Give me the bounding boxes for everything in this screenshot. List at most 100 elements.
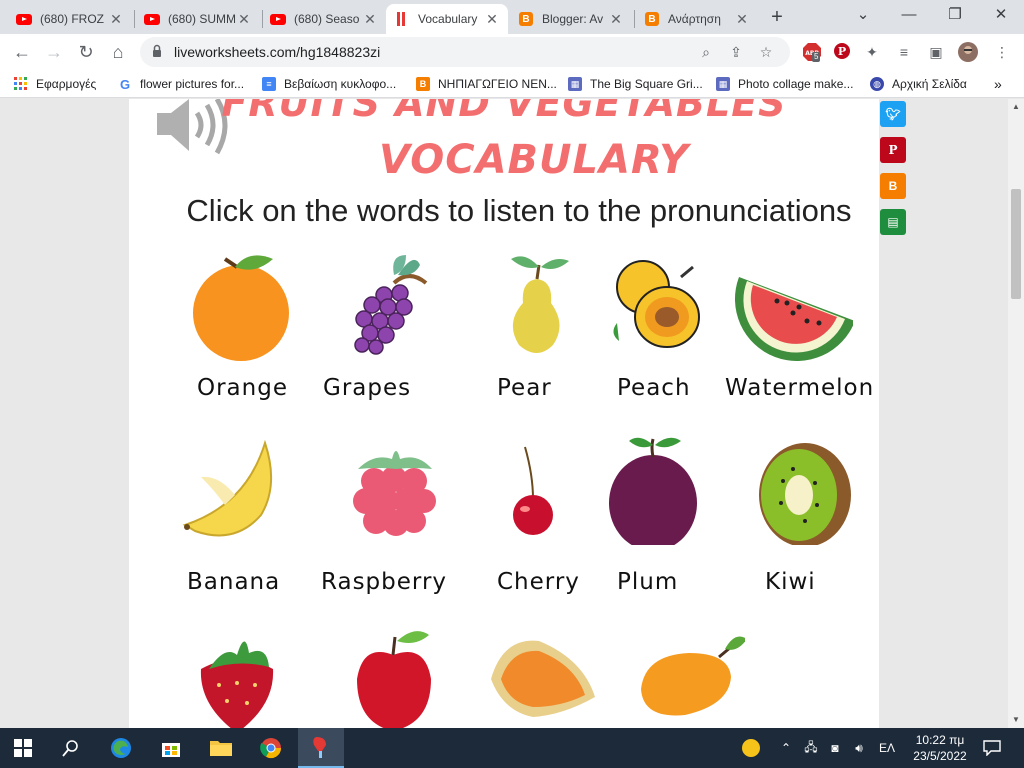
bookmark-apps[interactable]: Εφαρμογές [14,75,96,93]
tab-title: (680) FROZ [40,12,105,26]
tab-search-button[interactable]: ⌄ [840,0,886,30]
tab-vocabulary[interactable]: Vocabulary ✕ [386,4,508,34]
banana-image [175,435,295,545]
instruction-text: Click on the words to listen to the pron… [186,193,852,228]
bookmark-home-page[interactable]: ◍ Αρχική Σελίδα [870,75,967,93]
bookmark-kindergarten[interactable]: B ΝΗΠΙΑΓΩΓΕΙΟ ΝΕΝ... [416,75,557,93]
back-button[interactable]: ← [8,38,36,66]
network-icon[interactable]: 🖧︎ [800,728,822,768]
bookmark-star-icon[interactable]: ☆ [756,42,776,62]
word-orange[interactable]: Orange [197,375,288,401]
tab-title: Vocabulary [418,12,478,26]
share-icon[interactable]: ⇪ [726,42,746,62]
tab-seasons[interactable]: (680) Seaso ✕ [262,4,386,34]
classroom-share-button[interactable]: ▤ [880,209,906,235]
plum-image [595,435,715,551]
lock-icon [153,44,161,57]
close-window-button[interactable]: ✕ [978,0,1024,30]
volume-icon[interactable]: 🔊︎ [848,728,870,768]
pinterest-extension-icon[interactable]: P [832,42,852,62]
scroll-thumb[interactable] [1011,189,1021,299]
bookmark-label: Εφαρμογές [36,77,97,91]
pinterest-share-button[interactable]: P [880,137,906,163]
bookmark-label: Photo collage make... [738,77,854,91]
mango-image [625,619,747,728]
bookmarks-overflow-button[interactable]: » [994,75,1002,93]
browser-toolbar: ← → ↻ ⌂ liveworksheets.com/hg1848823zi ⌕… [0,34,1024,70]
chrome-taskbar-button[interactable] [248,728,294,768]
word-peach[interactable]: Peach [617,375,691,401]
tab-summer[interactable]: (680) SUMM ✕ [136,4,260,34]
tab-frozen[interactable]: (680) FROZ ✕ [8,4,132,34]
word-pear[interactable]: Pear [497,375,552,401]
camera-icon[interactable]: ◙ [824,728,846,768]
word-cherry[interactable]: Cherry [497,569,580,595]
twitter-share-button[interactable]: 🐦︎ [880,101,906,127]
bookmark-label: Βεβαίωση κυκλοφο... [284,77,397,91]
scroll-up-arrow[interactable]: ▲ [1008,99,1024,115]
profile-avatar[interactable] [958,42,978,62]
edge-taskbar-button[interactable] [98,728,144,768]
show-hidden-icons-icon[interactable]: ⌃ [776,728,796,768]
address-bar[interactable]: liveworksheets.com/hg1848823zi ⌕ ⇪ ☆ [140,37,790,67]
word-kiwi[interactable]: Kiwi [765,569,816,595]
peach-image [597,251,717,361]
globe-icon: ◍ [870,77,884,91]
start-button[interactable] [0,728,46,768]
tab-title: (680) Seaso [294,12,360,26]
home-button[interactable]: ⌂ [104,38,132,66]
search-button[interactable] [48,728,94,768]
restore-button[interactable]: ❐ [932,0,978,30]
blogger-icon: B [644,12,660,26]
blogger-share-button[interactable]: B [880,173,906,199]
youtube-icon [16,13,32,25]
word-watermelon[interactable]: Watermelon [725,375,874,401]
close-icon[interactable]: ✕ [484,11,500,28]
forward-button[interactable]: → [40,38,68,66]
close-icon[interactable]: ✕ [734,11,750,28]
clock-date: 23/5/2022 [913,749,967,763]
windows-logo-icon [14,739,32,757]
edge-icon [111,738,131,758]
tab-post[interactable]: B Ανάρτηση ✕ [636,4,758,34]
language-indicator[interactable]: ΕΛ [872,728,902,768]
bookmark-big-square-grid[interactable]: ▦ The Big Square Gri... [568,75,703,93]
close-icon[interactable]: ✕ [362,11,378,28]
page-scrollbar[interactable]: ▲ ▼ [1008,99,1024,728]
weather-icon[interactable] [736,728,766,768]
word-banana[interactable]: Banana [187,569,280,595]
tab-blogger[interactable]: B Blogger: Av ✕ [510,4,632,34]
pinterest-icon: P [888,143,898,157]
file-explorer-taskbar-button[interactable] [198,728,244,768]
word-raspberry[interactable]: Raspberry [321,569,447,595]
scroll-down-arrow[interactable]: ▼ [1008,712,1024,728]
zoom-icon[interactable]: ⌕ [696,42,716,62]
close-icon[interactable]: ✕ [108,11,124,28]
new-tab-button[interactable]: + [764,6,790,30]
side-panel-icon[interactable]: ▣ [926,42,946,62]
system-clock[interactable]: 10:22 πμ 23/5/2022 [905,732,975,764]
url-text: liveworksheets.com/hg1848823zi [174,44,381,60]
adblock-extension-icon[interactable]: ABP 5 [802,42,822,62]
paint-taskbar-button[interactable] [298,728,344,768]
extension-badge: 5 [812,52,821,62]
bookmark-flower-pictures[interactable]: G flower pictures for... [118,75,244,93]
extensions-puzzle-icon[interactable]: ✦ [862,42,882,62]
minimize-button[interactable]: — [886,0,932,30]
bookmark-photo-collage[interactable]: ▦ Photo collage make... [716,75,853,93]
media-queue-icon[interactable]: ≡ [894,42,914,62]
notifications-icon[interactable] [980,728,1004,768]
close-icon[interactable]: ✕ [236,11,252,28]
blogger-icon: B [888,179,898,193]
bookmark-circulation[interactable]: ≡ Βεβαίωση κυκλοφο... [262,75,396,93]
blogger-icon: B [518,12,534,26]
tab-divider [134,10,135,28]
reload-button[interactable]: ↻ [72,38,100,66]
liveworksheets-icon [394,12,410,26]
word-grapes[interactable]: Grapes [323,375,411,401]
close-icon[interactable]: ✕ [608,11,624,28]
menu-kebab-icon[interactable]: ⋮ [992,42,1012,62]
word-plum[interactable]: Plum [617,569,678,595]
bookmarks-bar: Εφαρμογές G flower pictures for... ≡ Βεβ… [0,70,1024,98]
store-taskbar-button[interactable] [148,728,194,768]
